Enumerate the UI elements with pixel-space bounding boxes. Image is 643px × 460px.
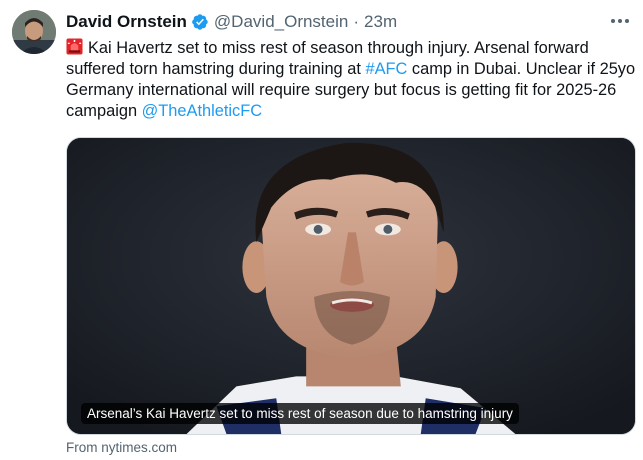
header-separator: · xyxy=(353,12,360,31)
link-card[interactable]: Arsenal’s Kai Havertz set to miss rest o… xyxy=(66,137,636,435)
tweet-text: Kai Havertz set to miss rest of season t… xyxy=(66,38,636,122)
author-avatar[interactable] xyxy=(12,10,56,54)
police-light-emoji-icon xyxy=(66,38,83,55)
more-options-icon[interactable] xyxy=(607,10,633,32)
avatar-photo xyxy=(12,10,56,54)
card-photo xyxy=(67,138,635,434)
card-source[interactable]: From nytimes.com xyxy=(66,440,177,455)
author-name[interactable]: David Ornstein xyxy=(66,12,187,32)
card-caption: Arsenal’s Kai Havertz set to miss rest o… xyxy=(81,403,519,424)
mention-link[interactable]: @TheAthleticFC xyxy=(142,102,262,120)
verified-badge-icon[interactable] xyxy=(191,13,209,31)
tweet-timestamp[interactable]: 23m xyxy=(364,12,397,32)
hashtag-link[interactable]: #AFC xyxy=(365,60,407,78)
tweet: David Ornstein @David_Ornstein · 23m Kai… xyxy=(0,0,643,460)
tweet-header: David Ornstein @David_Ornstein · 23m xyxy=(66,12,397,32)
author-handle[interactable]: @David_Ornstein xyxy=(214,12,348,32)
